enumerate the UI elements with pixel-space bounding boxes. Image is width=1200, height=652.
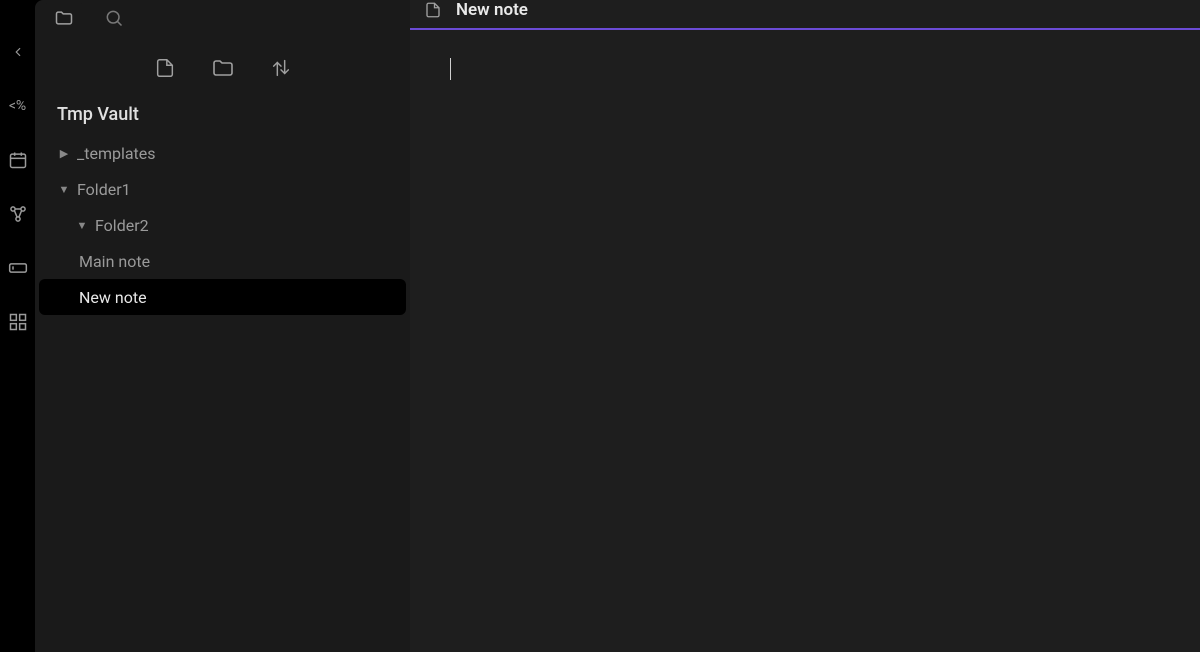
editor-area[interactable] (410, 30, 1200, 652)
daily-note-icon[interactable] (6, 148, 30, 172)
tree-label: Folder1 (77, 180, 131, 199)
tree-folder-folder2[interactable]: ▼ Folder2 (35, 207, 410, 243)
left-ribbon: <% (0, 0, 35, 652)
file-tree: ▶ _templates ▼ Folder1 ▼ Folder2 Main no… (35, 135, 410, 652)
file-icon (424, 0, 442, 20)
tab-file-explorer[interactable] (43, 3, 85, 33)
sidebar: Tmp Vault ▶ _templates ▼ Folder1 ▼ Folde… (35, 0, 410, 652)
tree-file-new-note[interactable]: New note (39, 279, 406, 315)
command-palette-icon[interactable] (6, 256, 30, 280)
tree-label: New note (79, 288, 147, 307)
text-cursor (450, 58, 451, 80)
chevron-down-icon: ▼ (57, 183, 71, 196)
tree-file-main-note[interactable]: Main note (35, 243, 410, 279)
templater-icon[interactable]: <% (6, 94, 30, 118)
sidebar-toolbar (35, 36, 410, 96)
graph-view-icon[interactable] (6, 202, 30, 226)
chevron-down-icon: ▼ (75, 219, 89, 232)
collapse-icon[interactable] (6, 40, 30, 64)
editor-tab-header[interactable]: New note (410, 0, 1200, 30)
tree-folder-templates[interactable]: ▶ _templates (35, 135, 410, 171)
tree-label: _templates (77, 144, 156, 163)
vault-name[interactable]: Tmp Vault (35, 96, 410, 135)
tab-search[interactable] (93, 3, 135, 33)
tree-label: Main note (79, 252, 150, 271)
tree-label: Folder2 (95, 216, 149, 235)
canvas-icon[interactable] (6, 310, 30, 334)
new-folder-button[interactable] (209, 54, 237, 82)
sidebar-tabs (35, 0, 410, 36)
chevron-right-icon: ▶ (57, 147, 71, 160)
new-note-button[interactable] (151, 54, 179, 82)
sort-button[interactable] (267, 54, 295, 82)
tree-folder-folder1[interactable]: ▼ Folder1 (35, 171, 410, 207)
editor-tab-title: New note (456, 0, 528, 20)
main-pane: New note (410, 0, 1200, 652)
